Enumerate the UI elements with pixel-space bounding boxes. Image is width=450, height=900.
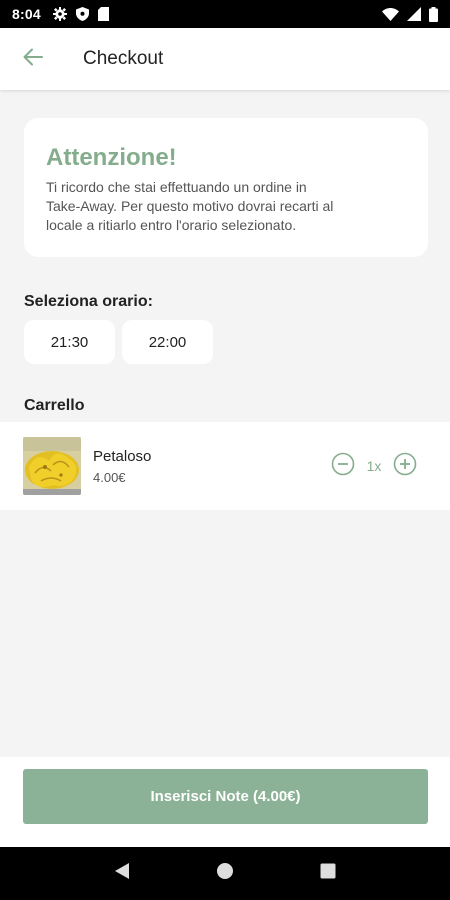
alert-message: Ti ricordo che stai effettuando un ordin… [46,178,406,235]
takeaway-alert-card: Attenzione! Ti ricordo che stai effettua… [24,118,428,257]
recents-square-icon [320,863,336,884]
page-title: Checkout [83,48,164,69]
nav-home-button[interactable] [205,854,245,894]
nav-back-button[interactable] [102,854,142,894]
bottom-panel: Inserisci Note (4.00€) [0,757,450,847]
battery-icon [429,6,438,22]
cart-item: Petaloso 4.00€ 1x [0,422,450,510]
status-right-icons [382,6,438,22]
status-bar: 8:04 [0,0,450,28]
product-info: Petaloso 4.00€ [93,448,151,485]
product-name: Petaloso [93,447,152,465]
quantity-stepper: 1x [331,452,417,481]
product-image [23,437,81,495]
signal-icon [407,7,421,21]
alert-message-line: Take-Away. Per questo motivo dovrai reca… [46,198,334,214]
wifi-icon [382,7,399,21]
sim-card-icon [97,7,109,21]
quantity-value: 1x [366,458,382,474]
system-navigation-bar [0,847,450,900]
time-selection-label: Seleziona orario: [24,293,153,310]
gear-icon [52,7,67,21]
home-circle-icon [216,862,234,885]
alert-message-line: Ti ricordo che stai effettuando un ordin… [46,179,307,195]
cart-label: Carrello [24,397,85,414]
plus-circle-icon [393,452,417,481]
decrease-quantity-button[interactable] [331,452,355,481]
time-option-2200[interactable]: 22:00 [122,320,213,364]
product-price: 4.00€ [93,469,126,485]
alert-title: Attenzione! [46,144,177,171]
time-options: 21:30 22:00 [24,320,213,364]
back-button[interactable] [3,28,63,90]
status-time: 8:04 [12,6,41,22]
status-left-icons [52,7,109,21]
app-bar: Checkout [0,28,450,90]
alert-message-line: locale a ritiarlo entro l'orario selezio… [46,217,297,233]
back-triangle-icon [114,862,130,885]
add-notes-button[interactable]: Inserisci Note (4.00€) [23,769,428,824]
time-option-2130[interactable]: 21:30 [24,320,115,364]
arrow-left-icon [23,48,43,71]
nav-recents-button[interactable] [308,854,348,894]
increase-quantity-button[interactable] [393,452,417,481]
minus-circle-icon [331,452,355,481]
shield-icon [75,7,89,21]
